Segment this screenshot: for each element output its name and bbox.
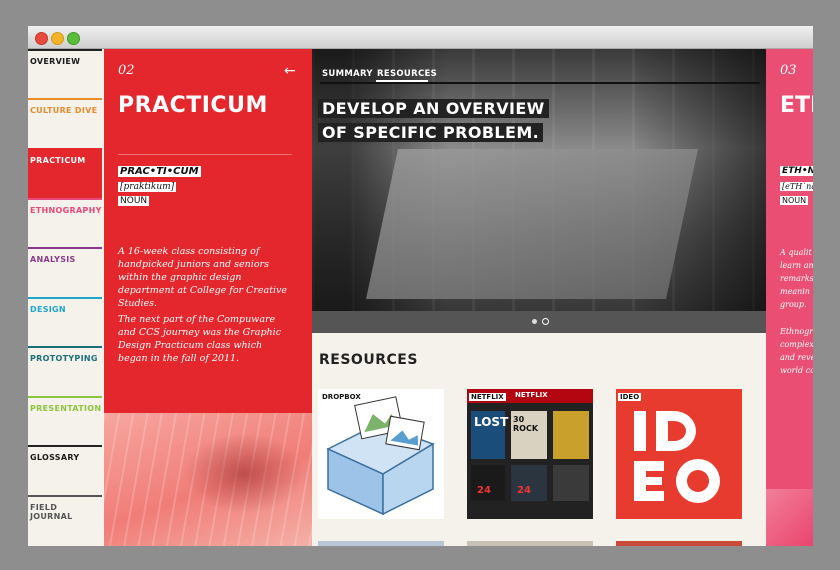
classroom-photo xyxy=(104,413,312,546)
sidebar-nav: OVERVIEW CULTURE DIVE PRACTICUM ETHNOGRA… xyxy=(28,49,104,546)
sidebar-item-presentation[interactable]: PRESENTATION xyxy=(28,396,102,436)
sidebar-item-label: ANALYSIS xyxy=(30,255,76,264)
carousel-bar xyxy=(312,311,766,333)
description-line: A qualit xyxy=(780,248,812,257)
definition-pronunciation: [praktikum] xyxy=(118,182,177,192)
resource-card-traderjoes-partial[interactable] xyxy=(616,541,742,546)
sidebar-item-label: DESIGN xyxy=(30,305,66,314)
description-line: Ethnogr xyxy=(780,327,813,336)
sidebar-item-label: FIELD JOURNAL xyxy=(30,503,73,521)
description-line: meanin xyxy=(780,287,810,296)
hero-image: SUMMARY RESOURCES DEVELOP AN OVERVIEW OF… xyxy=(312,49,766,333)
resource-card-netflix[interactable]: NETFLIX LOST 30 ROCK 24 24 NETFLIX xyxy=(467,389,593,519)
definition-part-of-speech: NOUN xyxy=(118,196,150,206)
resource-card-dropbox[interactable]: DROPBOX xyxy=(318,389,444,519)
sidebar-item-ethnography[interactable]: ETHNOGRAPHY xyxy=(28,198,102,238)
card-label: DROPBOX xyxy=(320,393,363,401)
minimize-window-button[interactable] xyxy=(51,32,64,45)
resource-card-ideo[interactable]: IDEO xyxy=(616,389,742,519)
divider xyxy=(118,154,292,155)
description-line: complex xyxy=(780,340,813,349)
active-tab-underline xyxy=(376,80,428,82)
headline-line: OF SPECIFIC PROBLEM. xyxy=(318,123,544,142)
carousel-dot-active[interactable] xyxy=(542,318,549,325)
sidebar-item-label: CULTURE DIVE xyxy=(30,106,98,115)
card-label: IDEO xyxy=(618,393,642,401)
section-number: 03 xyxy=(780,63,797,78)
title-bar xyxy=(28,26,813,49)
atrium-floor-graphic xyxy=(366,149,698,299)
practicum-panel: 02 ← PRACTICUM PRAC•TI•CUM [praktikum] N… xyxy=(104,49,312,546)
page-title: PRACTICUM xyxy=(118,93,268,118)
definition-word: PRAC•TI•CUM xyxy=(118,166,201,177)
description-line: remarks xyxy=(780,274,813,283)
sidebar-item-label: GLOSSARY xyxy=(30,453,80,462)
description-paragraph: The next part of the Compuware and CCS j… xyxy=(118,314,282,364)
ideo-logo xyxy=(634,411,720,503)
sidebar-item-label: PRACTICUM xyxy=(30,156,86,165)
dvd-info xyxy=(553,465,589,501)
dvd-title: 30 ROCK xyxy=(513,415,539,433)
close-window-button[interactable] xyxy=(35,32,48,45)
sidebar-item-culture-dive[interactable]: CULTURE DIVE xyxy=(28,98,102,138)
resource-card-pixar-partial[interactable] xyxy=(318,541,444,546)
tab-summary[interactable]: SUMMARY xyxy=(322,69,373,79)
browser-window: OVERVIEW CULTURE DIVE PRACTICUM ETHNOGRA… xyxy=(28,26,813,546)
resource-card-zingermans-partial[interactable] xyxy=(467,541,593,546)
sidebar-item-label: OVERVIEW xyxy=(30,57,81,66)
tab-resources[interactable]: RESOURCES xyxy=(377,69,437,79)
description-paragraph: A 16-week class consisting of handpicked… xyxy=(118,246,288,309)
resources-heading: RESOURCES xyxy=(319,352,418,368)
dvd-title: LOST xyxy=(474,415,509,429)
dvd-cover: 24 xyxy=(471,465,505,501)
description-line: learn an xyxy=(780,261,813,270)
carousel-dot[interactable] xyxy=(532,319,537,324)
sidebar-item-glossary[interactable]: GLOSSARY xyxy=(28,445,102,485)
sidebar-item-practicum[interactable]: PRACTICUM xyxy=(28,148,102,199)
description-line: and reve xyxy=(780,353,813,362)
definition-pronunciation: [eTH`nägr xyxy=(780,182,813,191)
section-number: 02 xyxy=(118,63,135,78)
dvd-cover: 24 xyxy=(511,465,547,501)
dvd-cover: 30 ROCK xyxy=(511,411,547,459)
sidebar-item-design[interactable]: DESIGN xyxy=(28,297,102,337)
description-line: group. xyxy=(780,300,807,309)
dvd-cover: LOST xyxy=(471,411,509,459)
definition-word: ETH•NO xyxy=(780,166,813,176)
next-section-title: ETHNOGRAPHY xyxy=(780,93,813,118)
back-arrow-icon[interactable]: ← xyxy=(284,63,296,79)
dvd-cover xyxy=(553,411,589,459)
dropbox-illustration xyxy=(326,396,435,516)
sidebar-item-label: ETHNOGRAPHY xyxy=(30,206,102,215)
sidebar-item-analysis[interactable]: ANALYSIS xyxy=(28,247,102,287)
dvd-title: 24 xyxy=(477,485,491,496)
sidebar-item-label: PRESENTATION xyxy=(30,404,102,413)
card-label: NETFLIX xyxy=(469,393,506,401)
sidebar-item-overview[interactable]: OVERVIEW xyxy=(28,49,102,89)
dvd-title: 24 xyxy=(517,485,531,496)
sidebar-item-prototyping[interactable]: PROTOTYPING xyxy=(28,346,102,386)
sidebar-item-label: PROTOTYPING xyxy=(30,354,98,363)
headline-line: DEVELOP AN OVERVIEW xyxy=(318,99,549,118)
next-section-photo xyxy=(766,489,813,546)
tab-rule xyxy=(320,82,760,84)
netflix-logo: NETFLIX xyxy=(515,391,548,399)
description-line: world co xyxy=(780,366,813,375)
page-content: OVERVIEW CULTURE DIVE PRACTICUM ETHNOGRA… xyxy=(28,49,813,546)
zoom-window-button[interactable] xyxy=(67,32,80,45)
hero-headline: DEVELOP AN OVERVIEW OF SPECIFIC PROBLEM. xyxy=(318,97,549,145)
sidebar-item-field-journal[interactable]: FIELD JOURNAL xyxy=(28,495,102,535)
definition-part-of-speech: NOUN xyxy=(780,196,809,205)
next-section-panel[interactable]: 03 ETHNOGRAPHY ETH•NO [eTH`nägr NOUN A q… xyxy=(766,49,813,546)
